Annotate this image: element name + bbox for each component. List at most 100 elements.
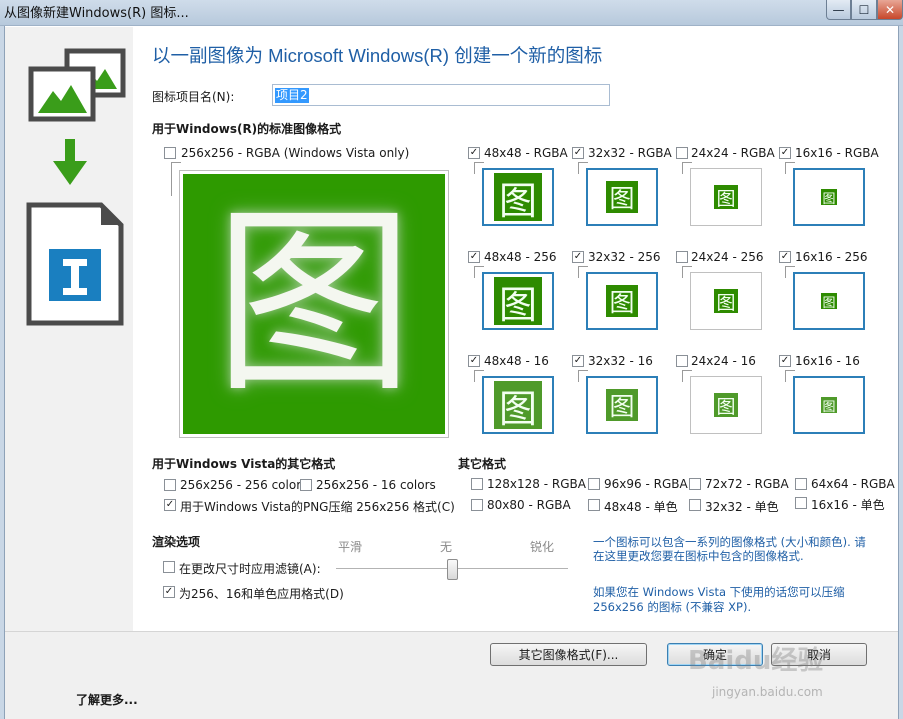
format-label: 16x16 - 256 xyxy=(795,250,868,264)
watermark-logo: Baidu经验 xyxy=(688,646,824,676)
format-checkbox[interactable] xyxy=(676,355,688,367)
icon-glyph: 图 xyxy=(494,173,542,223)
standard-formats-title: 用于Windows(R)的标准图像格式 xyxy=(152,122,342,136)
title-bar[interactable]: 从图像新建Windows(R) 图标... xyxy=(0,0,903,26)
format-checkbox[interactable]: ✓ xyxy=(572,251,584,263)
other-checkbox[interactable] xyxy=(795,478,807,490)
format-label: 32x32 - 16 xyxy=(588,354,653,368)
close-button[interactable]: ✕ xyxy=(877,0,903,20)
other-checkbox[interactable] xyxy=(588,499,600,511)
other-label: 72x72 - RGBA xyxy=(705,477,789,491)
apply-formats-checkbox[interactable]: ✓ xyxy=(163,586,175,598)
format-preview-48[interactable]: 图 xyxy=(482,376,554,434)
minimize-button[interactable]: — xyxy=(826,0,851,20)
format-checkbox[interactable]: ✓ xyxy=(779,147,791,159)
checkbox-256-rgba[interactable] xyxy=(164,147,176,159)
other-checkbox[interactable] xyxy=(689,499,701,511)
icon-glyph: 图 xyxy=(821,189,837,207)
other-image-formats-button[interactable]: 其它图像格式(F)... xyxy=(490,643,647,666)
vista-checkbox-16[interactable] xyxy=(300,479,312,491)
page-title: 以一副图像为 Microsoft Windows(R) 创建一个新的图标 xyxy=(152,45,603,66)
format-preview-16[interactable]: 图 xyxy=(793,272,865,330)
icon-glyph: 图 xyxy=(606,181,638,213)
image-to-icon-illustration xyxy=(26,48,126,326)
watermark-url: jingyan.baidu.com xyxy=(712,685,823,699)
window-title: 从图像新建Windows(R) 图标... xyxy=(4,6,189,21)
info-text-1: 一个图标可以包含一系列的图像格式 (大小和颜色). 请 xyxy=(593,535,866,549)
other-label: 96x96 - RGBA xyxy=(604,477,688,491)
info-text-2: 在这里更改您要在图标中包含的图像格式. xyxy=(593,549,804,563)
other-checkbox[interactable] xyxy=(689,478,701,490)
render-options-title: 渲染选项 xyxy=(152,535,201,549)
sidebar-illustration xyxy=(5,27,133,631)
format-preview-16[interactable]: 图 xyxy=(793,376,865,434)
other-checkbox[interactable] xyxy=(588,478,600,490)
icon-glyph: 图 xyxy=(714,289,738,314)
format-preview-24[interactable]: 图 xyxy=(690,168,762,226)
format-checkbox[interactable]: ✓ xyxy=(468,251,480,263)
down-arrow-icon xyxy=(53,139,87,185)
other-label: 128x128 - RGBA xyxy=(487,477,586,491)
format-label: 16x16 - RGBA xyxy=(795,146,879,160)
format-preview-48[interactable]: 图 xyxy=(482,168,554,226)
format-preview-16[interactable]: 图 xyxy=(793,168,865,226)
format-preview-24[interactable]: 图 xyxy=(690,376,762,434)
format-preview-32[interactable]: 图 xyxy=(586,168,658,226)
vista-checkbox-png[interactable]: ✓ xyxy=(164,499,176,511)
format-label: 16x16 - 16 xyxy=(795,354,860,368)
format-label: 24x24 - 256 xyxy=(691,250,764,264)
format-label: 32x32 - RGBA xyxy=(588,146,672,160)
vista-label-256: 256x256 - 256 colors xyxy=(180,478,308,492)
other-label: 32x32 - 单色 xyxy=(705,500,779,514)
icon-glyph: 图 xyxy=(494,381,542,431)
format-checkbox[interactable]: ✓ xyxy=(779,251,791,263)
icon-name-input[interactable]: 项目2 xyxy=(272,84,610,106)
format-label: 48x48 - 256 xyxy=(484,250,557,264)
filter-slider-thumb[interactable] xyxy=(446,559,458,580)
other-checkbox[interactable] xyxy=(471,499,483,511)
vista-formats-title: 用于Windows Vista的其它格式 xyxy=(152,457,336,471)
icon-glyph: 图 xyxy=(494,277,542,327)
format-preview-24[interactable]: 图 xyxy=(690,272,762,330)
filter-on-resize-label: 在更改尺寸时应用滤镜(A): xyxy=(179,562,321,576)
other-label: 64x64 - RGBA xyxy=(811,477,895,491)
filter-on-resize-checkbox[interactable] xyxy=(163,561,175,573)
icon-glyph: 图 xyxy=(821,293,837,311)
format-checkbox[interactable]: ✓ xyxy=(779,355,791,367)
format-label: 24x24 - 16 xyxy=(691,354,756,368)
format-checkbox[interactable]: ✓ xyxy=(572,355,584,367)
slider-label-sharpen: 锐化 xyxy=(530,540,555,554)
icon-glyph: 图 xyxy=(821,397,837,415)
vista-label-16: 256x256 - 16 colors xyxy=(316,478,436,492)
format-preview-32[interactable]: 图 xyxy=(586,376,658,434)
info-text-3: 如果您在 Windows Vista 下使用的话您可以压缩 xyxy=(593,585,845,599)
slider-label-none: 无 xyxy=(440,540,453,554)
other-formats-title: 其它格式 xyxy=(458,457,507,471)
format-label: 48x48 - RGBA xyxy=(484,146,568,160)
format-preview-48[interactable]: 图 xyxy=(482,272,554,330)
vista-checkbox-256[interactable] xyxy=(164,479,176,491)
format-checkbox[interactable] xyxy=(676,147,688,159)
format-checkbox[interactable]: ✓ xyxy=(572,147,584,159)
info-text-4: 256x256 的图标 (不兼容 XP). xyxy=(593,600,752,614)
maximize-button[interactable]: ☐ xyxy=(851,0,877,20)
other-label: 80x80 - RGBA xyxy=(487,498,571,512)
other-checkbox[interactable] xyxy=(471,478,483,490)
icon-name-label: 图标项目名(N): xyxy=(152,90,235,104)
other-label: 16x16 - 单色 xyxy=(811,498,885,512)
format-label: 48x48 - 16 xyxy=(484,354,549,368)
format-preview-32[interactable]: 图 xyxy=(586,272,658,330)
icon-glyph: 图 xyxy=(714,393,738,418)
format-checkbox[interactable]: ✓ xyxy=(468,355,480,367)
other-checkbox[interactable] xyxy=(795,497,807,509)
icon-glyph: 图 xyxy=(714,185,738,210)
format-checkbox[interactable] xyxy=(676,251,688,263)
format-label: 32x32 - 256 xyxy=(588,250,661,264)
icon-glyph: 图 xyxy=(606,389,638,421)
format-checkbox[interactable]: ✓ xyxy=(468,147,480,159)
learn-more-heading: 了解更多... xyxy=(76,693,138,707)
image-icon-front xyxy=(28,66,96,122)
vista-label-png: 用于Windows Vista的PNG压缩 256x256 格式(C) xyxy=(180,500,455,514)
other-label: 48x48 - 单色 xyxy=(604,500,678,514)
icon-glyph-large: 图 xyxy=(213,187,414,420)
